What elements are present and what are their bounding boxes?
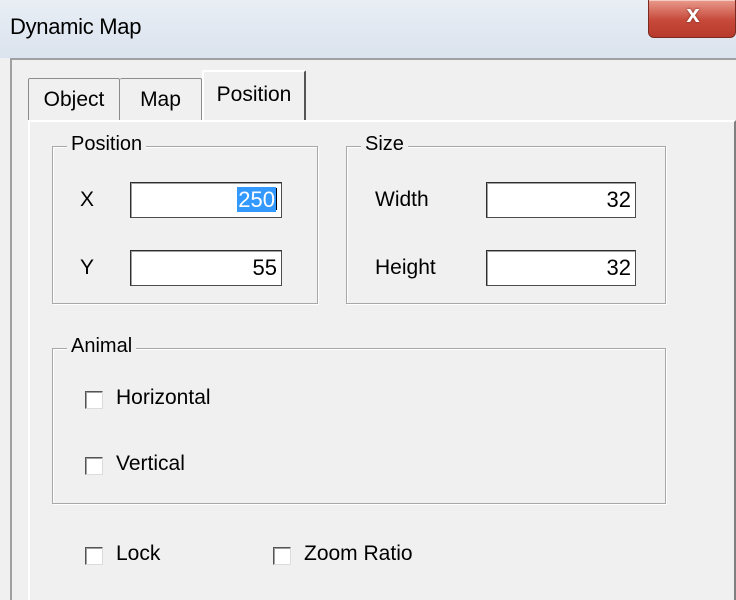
x-input[interactable]: 250 [130, 182, 282, 218]
tab-map[interactable]: Map [120, 78, 202, 120]
vertical-label[interactable]: Vertical [116, 452, 185, 476]
dynamic-map-dialog: Dynamic Map x Object Map Position Positi… [0, 0, 736, 600]
height-input[interactable]: 32 [486, 250, 636, 286]
window-title: Dynamic Map [10, 14, 142, 39]
horizontal-label[interactable]: Horizontal [116, 386, 211, 410]
x-input-value: 250 [237, 187, 276, 212]
width-label: Width [375, 188, 429, 211]
title-bar: Dynamic Map x [0, 0, 736, 58]
animal-group: Animal [52, 335, 666, 504]
tab-object[interactable]: Object [28, 78, 120, 120]
zoom-ratio-label[interactable]: Zoom Ratio [304, 542, 413, 566]
width-input[interactable]: 32 [486, 182, 636, 218]
y-input[interactable]: 55 [130, 250, 282, 286]
close-button[interactable]: x [648, 0, 736, 38]
vertical-checkbox[interactable] [85, 457, 103, 475]
animal-group-title: Animal [67, 335, 137, 358]
size-group-title: Size [361, 133, 408, 156]
height-label: Height [375, 256, 436, 279]
tab-object-label: Object [43, 88, 105, 111]
position-group-title: Position [67, 133, 147, 156]
zoom-ratio-checkbox[interactable] [273, 547, 291, 565]
x-label: X [80, 188, 95, 211]
y-label: Y [80, 256, 95, 279]
tab-position-label: Position [216, 83, 292, 106]
tab-map-label: Map [140, 88, 181, 111]
lock-label[interactable]: Lock [116, 542, 160, 566]
lock-checkbox[interactable] [85, 547, 103, 565]
horizontal-checkbox[interactable] [85, 391, 103, 409]
close-icon: x [686, 1, 700, 28]
text-caret [276, 188, 277, 210]
tab-position[interactable]: Position [202, 70, 306, 120]
